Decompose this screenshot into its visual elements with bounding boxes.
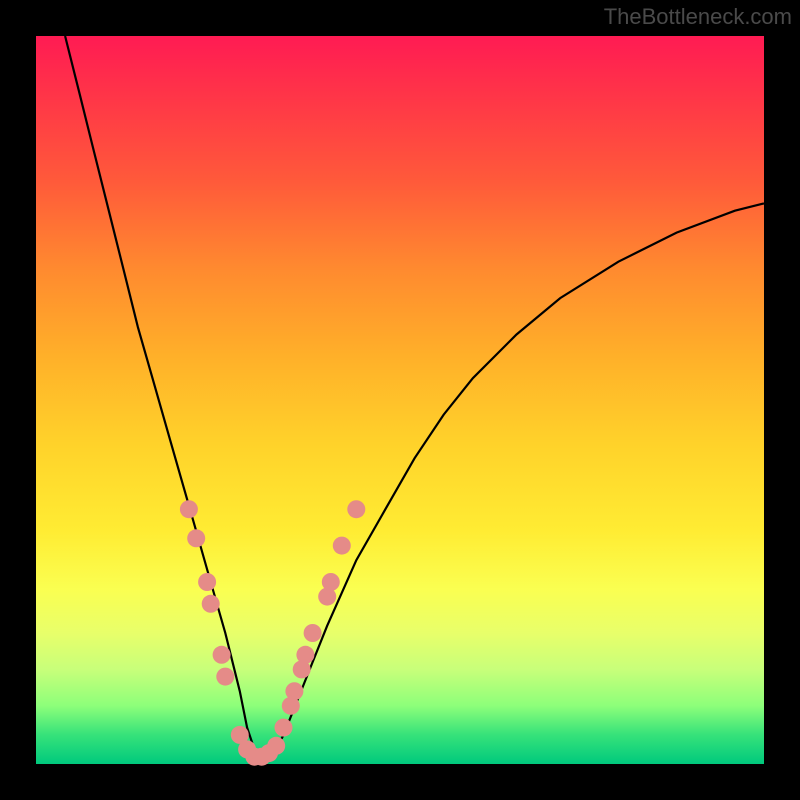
marker-dot bbox=[216, 668, 234, 686]
marker-dot bbox=[347, 500, 365, 518]
marker-dot bbox=[187, 529, 205, 547]
marker-dot bbox=[202, 595, 220, 613]
marker-dot bbox=[322, 573, 340, 591]
marker-dot bbox=[180, 500, 198, 518]
marker-dot bbox=[213, 646, 231, 664]
marker-dot bbox=[333, 537, 351, 555]
marker-dot bbox=[198, 573, 216, 591]
chart-overlay-svg bbox=[36, 36, 764, 764]
chart-plot-area bbox=[36, 36, 764, 764]
marker-dot bbox=[285, 682, 303, 700]
marker-dot bbox=[304, 624, 322, 642]
marker-dot bbox=[275, 719, 293, 737]
marker-dot bbox=[267, 737, 285, 755]
watermark-text: TheBottleneck.com bbox=[604, 4, 792, 30]
bottleneck-curve-line bbox=[65, 36, 764, 757]
near-optimal-markers bbox=[180, 500, 365, 766]
marker-dot bbox=[296, 646, 314, 664]
